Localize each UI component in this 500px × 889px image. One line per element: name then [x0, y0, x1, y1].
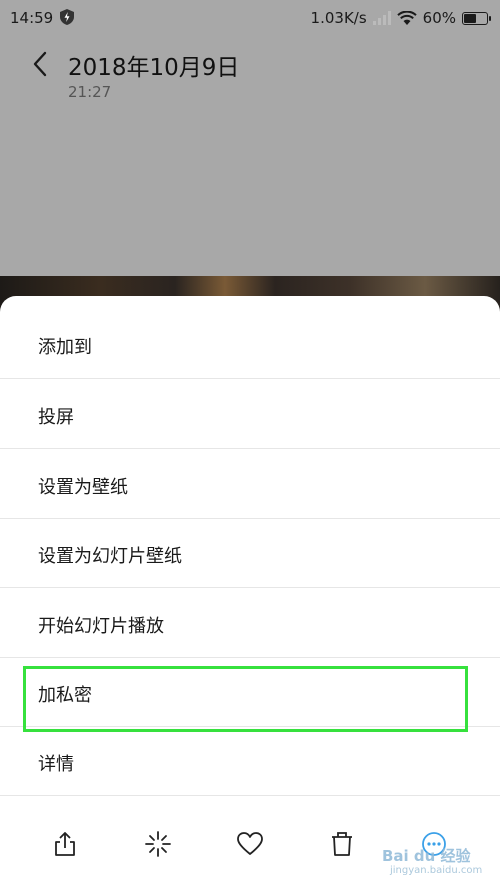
watermark-url: jingyan.baidu.com: [390, 865, 483, 876]
battery-icon: [462, 11, 491, 25]
network-speed: 1.03K/s: [310, 9, 367, 27]
menu-item-set-slideshow-wallpaper[interactable]: 设置为幻灯片壁纸: [0, 519, 500, 588]
status-bar: 14:59 1.03K/s 60%: [0, 0, 500, 34]
sparkle-icon[interactable]: [143, 829, 173, 859]
menu-item-label: 添加到: [38, 337, 92, 358]
battery-percent: 60%: [422, 9, 456, 27]
highlight-box: [23, 666, 468, 732]
share-icon[interactable]: [50, 829, 80, 859]
watermark-logo: Bai du 经验: [382, 847, 471, 865]
signal-icon: [372, 11, 391, 25]
menu-item-start-slideshow[interactable]: 开始幻灯片播放: [0, 589, 500, 658]
menu-item-cast[interactable]: 投屏: [0, 380, 500, 449]
heart-icon[interactable]: [235, 829, 265, 859]
back-arrow-icon[interactable]: [30, 50, 52, 78]
battery-fill: [464, 13, 477, 23]
menu-item-add-to[interactable]: 添加到: [0, 310, 500, 379]
menu-item-label: 开始幻灯片播放: [38, 616, 164, 637]
menu-item-label: 设置为壁纸: [38, 477, 128, 498]
shield-icon: [60, 9, 74, 25]
wifi-icon: [396, 10, 417, 25]
page-subtitle: 21:27: [68, 83, 112, 101]
page-title: 2018年10月9日: [68, 55, 240, 81]
menu-item-label: 投屏: [38, 407, 74, 428]
menu-item-set-wallpaper[interactable]: 设置为壁纸: [0, 450, 500, 519]
menu-item-label: 详情: [38, 754, 74, 775]
status-time: 14:59: [10, 9, 54, 27]
trash-icon[interactable]: [327, 829, 357, 859]
menu-item-details[interactable]: 详情: [0, 727, 500, 796]
menu-item-label: 设置为幻灯片壁纸: [38, 546, 182, 567]
